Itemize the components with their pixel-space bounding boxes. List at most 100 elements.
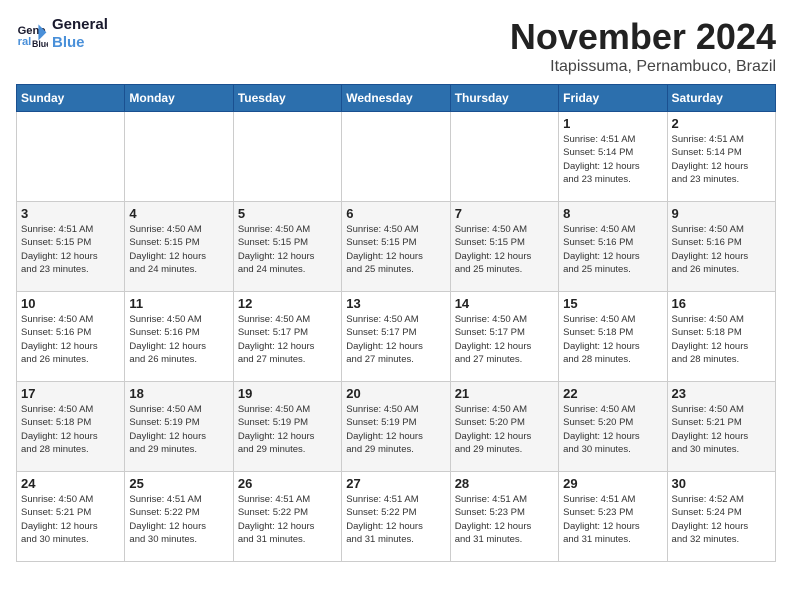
day-info: Sunrise: 4:51 AMSunset: 5:22 PMDaylight:… — [346, 493, 445, 546]
day-info: Sunrise: 4:50 AMSunset: 5:17 PMDaylight:… — [238, 313, 337, 366]
day-number: 7 — [455, 206, 554, 221]
calendar-cell: 7 Sunrise: 4:50 AMSunset: 5:15 PMDaylight… — [450, 202, 558, 292]
day-info: Sunrise: 4:50 AMSunset: 5:21 PMDaylight:… — [672, 403, 771, 456]
calendar-week-row: 3 Sunrise: 4:51 AMSunset: 5:15 PMDaylight… — [17, 202, 776, 292]
day-info: Sunrise: 4:51 AMSunset: 5:15 PMDaylight:… — [21, 223, 120, 276]
calendar-cell: 15 Sunrise: 4:50 AMSunset: 5:18 PMDayligh… — [559, 292, 667, 382]
day-number: 30 — [672, 476, 771, 491]
day-number: 26 — [238, 476, 337, 491]
calendar-cell — [450, 112, 558, 202]
day-info: Sunrise: 4:50 AMSunset: 5:20 PMDaylight:… — [455, 403, 554, 456]
day-info: Sunrise: 4:50 AMSunset: 5:19 PMDaylight:… — [129, 403, 228, 456]
day-info: Sunrise: 4:50 AMSunset: 5:16 PMDaylight:… — [672, 223, 771, 276]
day-number: 18 — [129, 386, 228, 401]
calendar-cell: 8 Sunrise: 4:50 AMSunset: 5:16 PMDaylight… — [559, 202, 667, 292]
calendar-cell — [233, 112, 341, 202]
weekday-header: Wednesday — [342, 85, 450, 112]
day-number: 17 — [21, 386, 120, 401]
day-number: 2 — [672, 116, 771, 131]
day-number: 12 — [238, 296, 337, 311]
day-info: Sunrise: 4:50 AMSunset: 5:19 PMDaylight:… — [346, 403, 445, 456]
day-number: 15 — [563, 296, 662, 311]
weekday-header: Tuesday — [233, 85, 341, 112]
svg-text:ral: ral — [18, 36, 32, 48]
day-info: Sunrise: 4:50 AMSunset: 5:16 PMDaylight:… — [563, 223, 662, 276]
day-number: 20 — [346, 386, 445, 401]
day-number: 19 — [238, 386, 337, 401]
day-number: 16 — [672, 296, 771, 311]
day-number: 5 — [238, 206, 337, 221]
calendar-cell: 27 Sunrise: 4:51 AMSunset: 5:22 PMDayligh… — [342, 472, 450, 562]
day-number: 22 — [563, 386, 662, 401]
calendar-week-row: 10Sunrise: 4:50 AMSunset: 5:16 PMDayligh… — [17, 292, 776, 382]
day-number: 29 — [563, 476, 662, 491]
calendar-cell: 3 Sunrise: 4:51 AMSunset: 5:15 PMDaylight… — [17, 202, 125, 292]
calendar-cell: 4 Sunrise: 4:50 AMSunset: 5:15 PMDaylight… — [125, 202, 233, 292]
calendar-table: SundayMondayTuesdayWednesdayThursdayFrid… — [16, 84, 776, 562]
day-number: 14 — [455, 296, 554, 311]
day-number: 4 — [129, 206, 228, 221]
calendar-cell: 19Sunrise: 4:50 AMSunset: 5:19 PMDayligh… — [233, 382, 341, 472]
title-block: November 2024 Itapissuma, Pernambuco, Br… — [510, 16, 776, 76]
calendar-cell: 9 Sunrise: 4:50 AMSunset: 5:16 PMDaylight… — [667, 202, 775, 292]
day-number: 28 — [455, 476, 554, 491]
logo-line1: General — [52, 16, 108, 34]
day-info: Sunrise: 4:51 AMSunset: 5:23 PMDaylight:… — [563, 493, 662, 546]
day-info: Sunrise: 4:51 AMSunset: 5:23 PMDaylight:… — [455, 493, 554, 546]
calendar-body: 1 Sunrise: 4:51 AMSunset: 5:14 PMDaylight… — [17, 112, 776, 562]
day-info: Sunrise: 4:50 AMSunset: 5:17 PMDaylight:… — [346, 313, 445, 366]
weekday-header: Sunday — [17, 85, 125, 112]
calendar-week-row: 1 Sunrise: 4:51 AMSunset: 5:14 PMDaylight… — [17, 112, 776, 202]
day-info: Sunrise: 4:52 AMSunset: 5:24 PMDaylight:… — [672, 493, 771, 546]
day-info: Sunrise: 4:51 AMSunset: 5:14 PMDaylight:… — [563, 133, 662, 186]
weekday-header: Thursday — [450, 85, 558, 112]
calendar-cell: 20 Sunrise: 4:50 AMSunset: 5:19 PMDayligh… — [342, 382, 450, 472]
day-info: Sunrise: 4:50 AMSunset: 5:15 PMDaylight:… — [129, 223, 228, 276]
day-info: Sunrise: 4:50 AMSunset: 5:15 PMDaylight:… — [455, 223, 554, 276]
logo-line2: Blue — [52, 34, 108, 52]
day-number: 13 — [346, 296, 445, 311]
svg-text:Blue: Blue — [32, 39, 48, 49]
day-number: 1 — [563, 116, 662, 131]
day-info: Sunrise: 4:50 AMSunset: 5:18 PMDaylight:… — [563, 313, 662, 366]
calendar-cell: 17 Sunrise: 4:50 AMSunset: 5:18 PMDayligh… — [17, 382, 125, 472]
day-number: 21 — [455, 386, 554, 401]
calendar-week-row: 24 Sunrise: 4:50 AMSunset: 5:21 PMDayligh… — [17, 472, 776, 562]
day-info: Sunrise: 4:51 AMSunset: 5:14 PMDaylight:… — [672, 133, 771, 186]
day-info: Sunrise: 4:50 AMSunset: 5:21 PMDaylight:… — [21, 493, 120, 546]
day-number: 3 — [21, 206, 120, 221]
calendar-cell: 23 Sunrise: 4:50 AMSunset: 5:21 PMDayligh… — [667, 382, 775, 472]
calendar-cell: 22Sunrise: 4:50 AMSunset: 5:20 PMDayligh… — [559, 382, 667, 472]
calendar-cell: 14Sunrise: 4:50 AMSunset: 5:17 PMDayligh… — [450, 292, 558, 382]
day-number: 9 — [672, 206, 771, 221]
calendar-cell: 30 Sunrise: 4:52 AMSunset: 5:24 PMDayligh… — [667, 472, 775, 562]
day-number: 23 — [672, 386, 771, 401]
day-number: 8 — [563, 206, 662, 221]
calendar-cell: 12 Sunrise: 4:50 AMSunset: 5:17 PMDayligh… — [233, 292, 341, 382]
day-info: Sunrise: 4:50 AMSunset: 5:15 PMDaylight:… — [346, 223, 445, 276]
day-info: Sunrise: 4:51 AMSunset: 5:22 PMDaylight:… — [129, 493, 228, 546]
calendar-week-row: 17 Sunrise: 4:50 AMSunset: 5:18 PMDayligh… — [17, 382, 776, 472]
calendar-cell: 18 Sunrise: 4:50 AMSunset: 5:19 PMDayligh… — [125, 382, 233, 472]
weekday-header: Friday — [559, 85, 667, 112]
logo: Gene ral Blue General Blue — [16, 16, 108, 52]
calendar-subtitle: Itapissuma, Pernambuco, Brazil — [510, 58, 776, 76]
calendar-cell: 13 Sunrise: 4:50 AMSunset: 5:17 PMDayligh… — [342, 292, 450, 382]
day-info: Sunrise: 4:50 AMSunset: 5:18 PMDaylight:… — [21, 403, 120, 456]
calendar-cell — [342, 112, 450, 202]
calendar-cell — [17, 112, 125, 202]
calendar-cell: 28 Sunrise: 4:51 AMSunset: 5:23 PMDayligh… — [450, 472, 558, 562]
calendar-cell: 16Sunrise: 4:50 AMSunset: 5:18 PMDayligh… — [667, 292, 775, 382]
day-number: 6 — [346, 206, 445, 221]
day-number: 24 — [21, 476, 120, 491]
day-number: 27 — [346, 476, 445, 491]
calendar-cell: 29 Sunrise: 4:51 AMSunset: 5:23 PMDayligh… — [559, 472, 667, 562]
calendar-cell: 24 Sunrise: 4:50 AMSunset: 5:21 PMDayligh… — [17, 472, 125, 562]
calendar-cell — [125, 112, 233, 202]
day-number: 11 — [129, 296, 228, 311]
day-info: Sunrise: 4:50 AMSunset: 5:16 PMDaylight:… — [21, 313, 120, 366]
calendar-title: November 2024 — [510, 16, 776, 58]
weekday-header: Monday — [125, 85, 233, 112]
day-info: Sunrise: 4:51 AMSunset: 5:22 PMDaylight:… — [238, 493, 337, 546]
page-header: Gene ral Blue General Blue November 2024… — [16, 16, 776, 76]
